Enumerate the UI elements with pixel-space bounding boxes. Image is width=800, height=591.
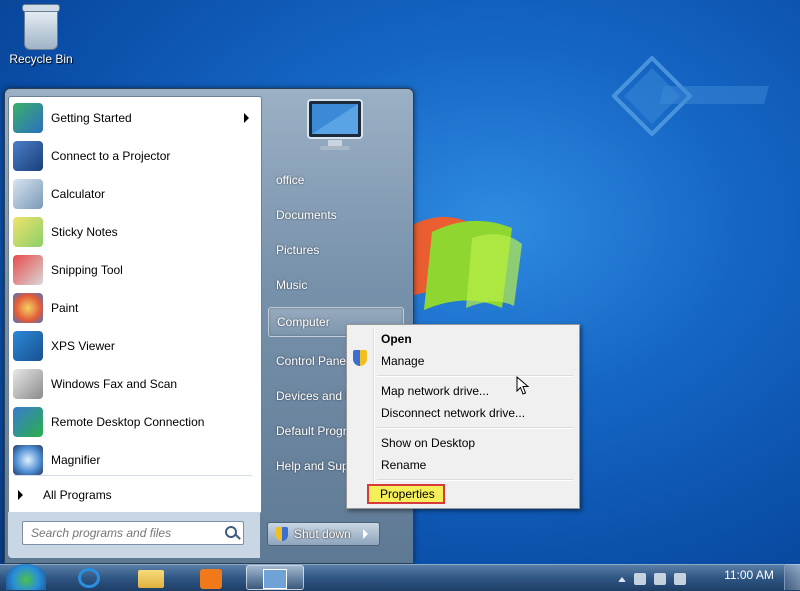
- network-icon[interactable]: [654, 573, 666, 585]
- folder-icon: [138, 570, 164, 588]
- recycle-bin-icon: [22, 4, 60, 50]
- menu-item-show-on-desktop[interactable]: Show on Desktop: [375, 433, 575, 453]
- projector-icon: [13, 141, 43, 171]
- taskbar-control-panel[interactable]: [246, 565, 304, 590]
- program-label: Magnifier: [51, 453, 101, 467]
- program-remote-desktop[interactable]: Remote Desktop Connection: [9, 403, 261, 441]
- program-label: Calculator: [51, 187, 106, 201]
- menu-item-properties[interactable]: Properties: [374, 484, 454, 504]
- all-programs-label: All Programs: [43, 488, 112, 502]
- context-menu: Open Manage Map network drive... Disconn…: [346, 324, 580, 509]
- start-button[interactable]: [6, 564, 46, 590]
- taskbar-clock[interactable]: 11:00 AM: [716, 568, 782, 582]
- menu-item-open[interactable]: Open: [375, 329, 575, 349]
- magnifier-icon: [13, 445, 43, 475]
- menu-item-manage[interactable]: Manage: [375, 351, 575, 371]
- internet-explorer-icon: [78, 568, 100, 588]
- mouse-cursor-icon: [516, 376, 530, 395]
- shutdown-options-button[interactable]: [353, 522, 380, 546]
- show-desktop-button[interactable]: [784, 564, 800, 590]
- shutdown-button[interactable]: Shut down: [267, 522, 355, 546]
- menu-item-disconnect-network-drive[interactable]: Disconnect network drive...: [375, 403, 575, 423]
- uac-shield-icon: [353, 350, 367, 366]
- calculator-icon: [13, 179, 43, 209]
- taskbar-media-player[interactable]: [186, 566, 238, 590]
- all-programs-link[interactable]: All Programs: [8, 482, 260, 508]
- program-connect-projector[interactable]: Connect to a Projector: [9, 137, 261, 175]
- program-getting-started[interactable]: Getting Started: [9, 99, 261, 137]
- program-calculator[interactable]: Calculator: [9, 175, 261, 213]
- menu-separator: [377, 375, 573, 377]
- program-fax-scan[interactable]: Windows Fax and Scan: [9, 365, 261, 403]
- search-icon[interactable]: [225, 526, 237, 538]
- computer-user-picture: [307, 99, 363, 150]
- action-center-flag-icon[interactable]: [634, 573, 646, 585]
- start-right-pictures[interactable]: Pictures: [268, 235, 404, 265]
- start-right-documents[interactable]: Documents: [268, 200, 404, 230]
- recycle-bin-desktop-icon[interactable]: Recycle Bin: [6, 4, 76, 66]
- program-label: Getting Started: [51, 111, 132, 125]
- snipping-tool-icon: [13, 255, 43, 285]
- paint-icon: [13, 293, 43, 323]
- program-snipping-tool[interactable]: Snipping Tool: [9, 251, 261, 289]
- search-box[interactable]: [22, 521, 244, 545]
- menu-separator: [377, 427, 573, 429]
- volume-icon[interactable]: [674, 573, 686, 585]
- menu-item-rename[interactable]: Rename: [375, 455, 575, 475]
- menu-item-map-network-drive[interactable]: Map network drive...: [375, 381, 575, 401]
- divider: [14, 475, 252, 476]
- program-label: Paint: [51, 301, 79, 315]
- remote-desktop-icon: [13, 407, 43, 437]
- program-sticky-notes[interactable]: Sticky Notes: [9, 213, 261, 251]
- media-player-icon: [200, 569, 222, 589]
- search-input[interactable]: [29, 525, 223, 541]
- program-label: Snipping Tool: [51, 263, 123, 277]
- system-tray: [618, 570, 718, 588]
- program-label: XPS Viewer: [51, 339, 115, 353]
- menu-separator: [377, 479, 573, 481]
- shield-icon: [276, 527, 288, 541]
- shutdown-label: Shut down: [294, 527, 351, 541]
- program-paint[interactable]: Paint: [9, 289, 261, 327]
- xps-viewer-icon: [13, 331, 43, 361]
- program-label: Sticky Notes: [51, 225, 118, 239]
- submenu-arrow-icon: [244, 113, 249, 123]
- recycle-bin-label: Recycle Bin: [9, 52, 73, 66]
- start-right-office[interactable]: office: [268, 165, 404, 195]
- start-menu-programs-pane: Getting Started Connect to a Projector C…: [8, 96, 262, 514]
- fax-scan-icon: [13, 369, 43, 399]
- taskbar-windows-explorer[interactable]: [126, 566, 178, 590]
- start-right-music[interactable]: Music: [268, 270, 404, 300]
- control-panel-icon: [263, 569, 287, 589]
- program-magnifier[interactable]: Magnifier: [9, 441, 261, 479]
- program-label: Remote Desktop Connection: [51, 415, 205, 429]
- taskbar-internet-explorer[interactable]: [64, 566, 116, 590]
- program-label: Connect to a Projector: [51, 149, 171, 163]
- brand-logo: [612, 56, 769, 136]
- program-xps-viewer[interactable]: XPS Viewer: [9, 327, 261, 365]
- sticky-notes-icon: [13, 217, 43, 247]
- program-label: Windows Fax and Scan: [51, 377, 178, 391]
- arrow-right-icon: [18, 490, 23, 500]
- getting-started-icon: [13, 103, 43, 133]
- show-hidden-icons-icon[interactable]: [618, 576, 626, 582]
